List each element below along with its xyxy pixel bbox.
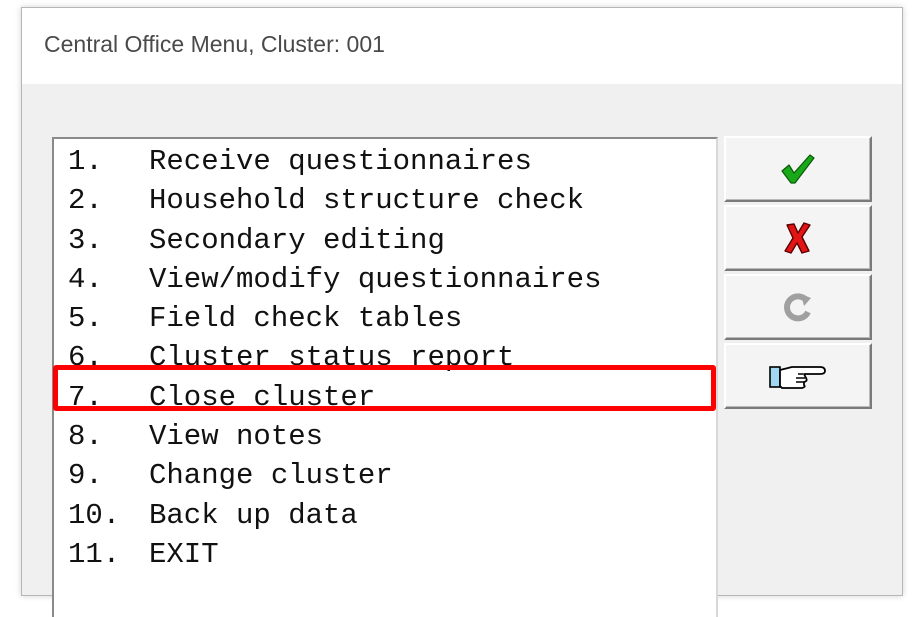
menu-item-label: Change cluster	[149, 459, 393, 493]
menu-item-household-structure-check[interactable]: 2. Household structure check	[68, 181, 601, 220]
window-title: Central Office Menu, Cluster: 001	[44, 31, 385, 57]
pointing-hand-icon	[768, 361, 828, 391]
menu-item-close-cluster[interactable]: 7. Close cluster	[68, 378, 601, 417]
menu-item-secondary-editing[interactable]: 3. Secondary editing	[68, 221, 601, 260]
menu-item-cluster-status-report[interactable]: 6. Cluster status report	[68, 338, 601, 377]
menu-item-number: 4.	[68, 262, 103, 296]
menu-item-label: Field check tables	[149, 302, 463, 336]
menu-item-label: Back up data	[149, 498, 358, 532]
menu-item-number: 1.	[68, 145, 103, 178]
menu-item-back-up-data[interactable]: 10. Back up data	[68, 496, 601, 535]
menu-list: 1. Receive questionnaires 2. Household str…	[68, 142, 601, 574]
title-bar: Central Office Menu, Cluster: 001	[22, 8, 902, 84]
x-icon	[783, 221, 813, 255]
menu-item-receive-questionnaires[interactable]: 1. Receive questionnaires	[68, 142, 601, 181]
menu-listbox[interactable]: 1. Receive questionnaires 2. Household str…	[52, 137, 718, 617]
menu-item-view-notes[interactable]: 8. View notes	[68, 417, 601, 456]
menu-item-number: 3.	[68, 223, 103, 257]
pointing-hand-button[interactable]	[724, 343, 872, 409]
menu-item-label: Close cluster	[149, 380, 376, 414]
menu-item-number: 2.	[68, 184, 103, 218]
menu-item-field-check-tables[interactable]: 5. Field check tables	[68, 299, 601, 338]
refresh-button[interactable]	[724, 274, 872, 340]
menu-item-number: 8.	[68, 420, 103, 454]
menu-item-label: View notes	[149, 420, 324, 454]
menu-item-label: Cluster status report	[149, 341, 515, 375]
ok-button[interactable]	[724, 136, 872, 202]
menu-item-label: Secondary editing	[149, 223, 445, 257]
menu-item-number: 9.	[68, 459, 103, 493]
menu-item-number: 7.	[68, 380, 103, 414]
menu-item-view-modify-questionnaires[interactable]: 4. View/modify questionnaires	[68, 260, 601, 299]
menu-item-label: Receive questionnaires	[149, 145, 532, 178]
menu-item-change-cluster[interactable]: 9. Change cluster	[68, 456, 601, 495]
menu-item-number: 11.	[68, 537, 121, 571]
checkmark-icon	[780, 153, 816, 185]
menu-item-label: EXIT	[149, 537, 219, 571]
menu-item-exit[interactable]: 11. EXIT	[68, 535, 601, 574]
menu-item-label: View/modify questionnaires	[149, 262, 602, 296]
menu-item-number: 10.	[68, 498, 121, 532]
menu-item-number: 5.	[68, 302, 103, 336]
refresh-icon	[783, 292, 813, 322]
menu-item-number: 6.	[68, 341, 103, 375]
menu-item-label: Household structure check	[149, 184, 585, 218]
cancel-button[interactable]	[724, 205, 872, 271]
